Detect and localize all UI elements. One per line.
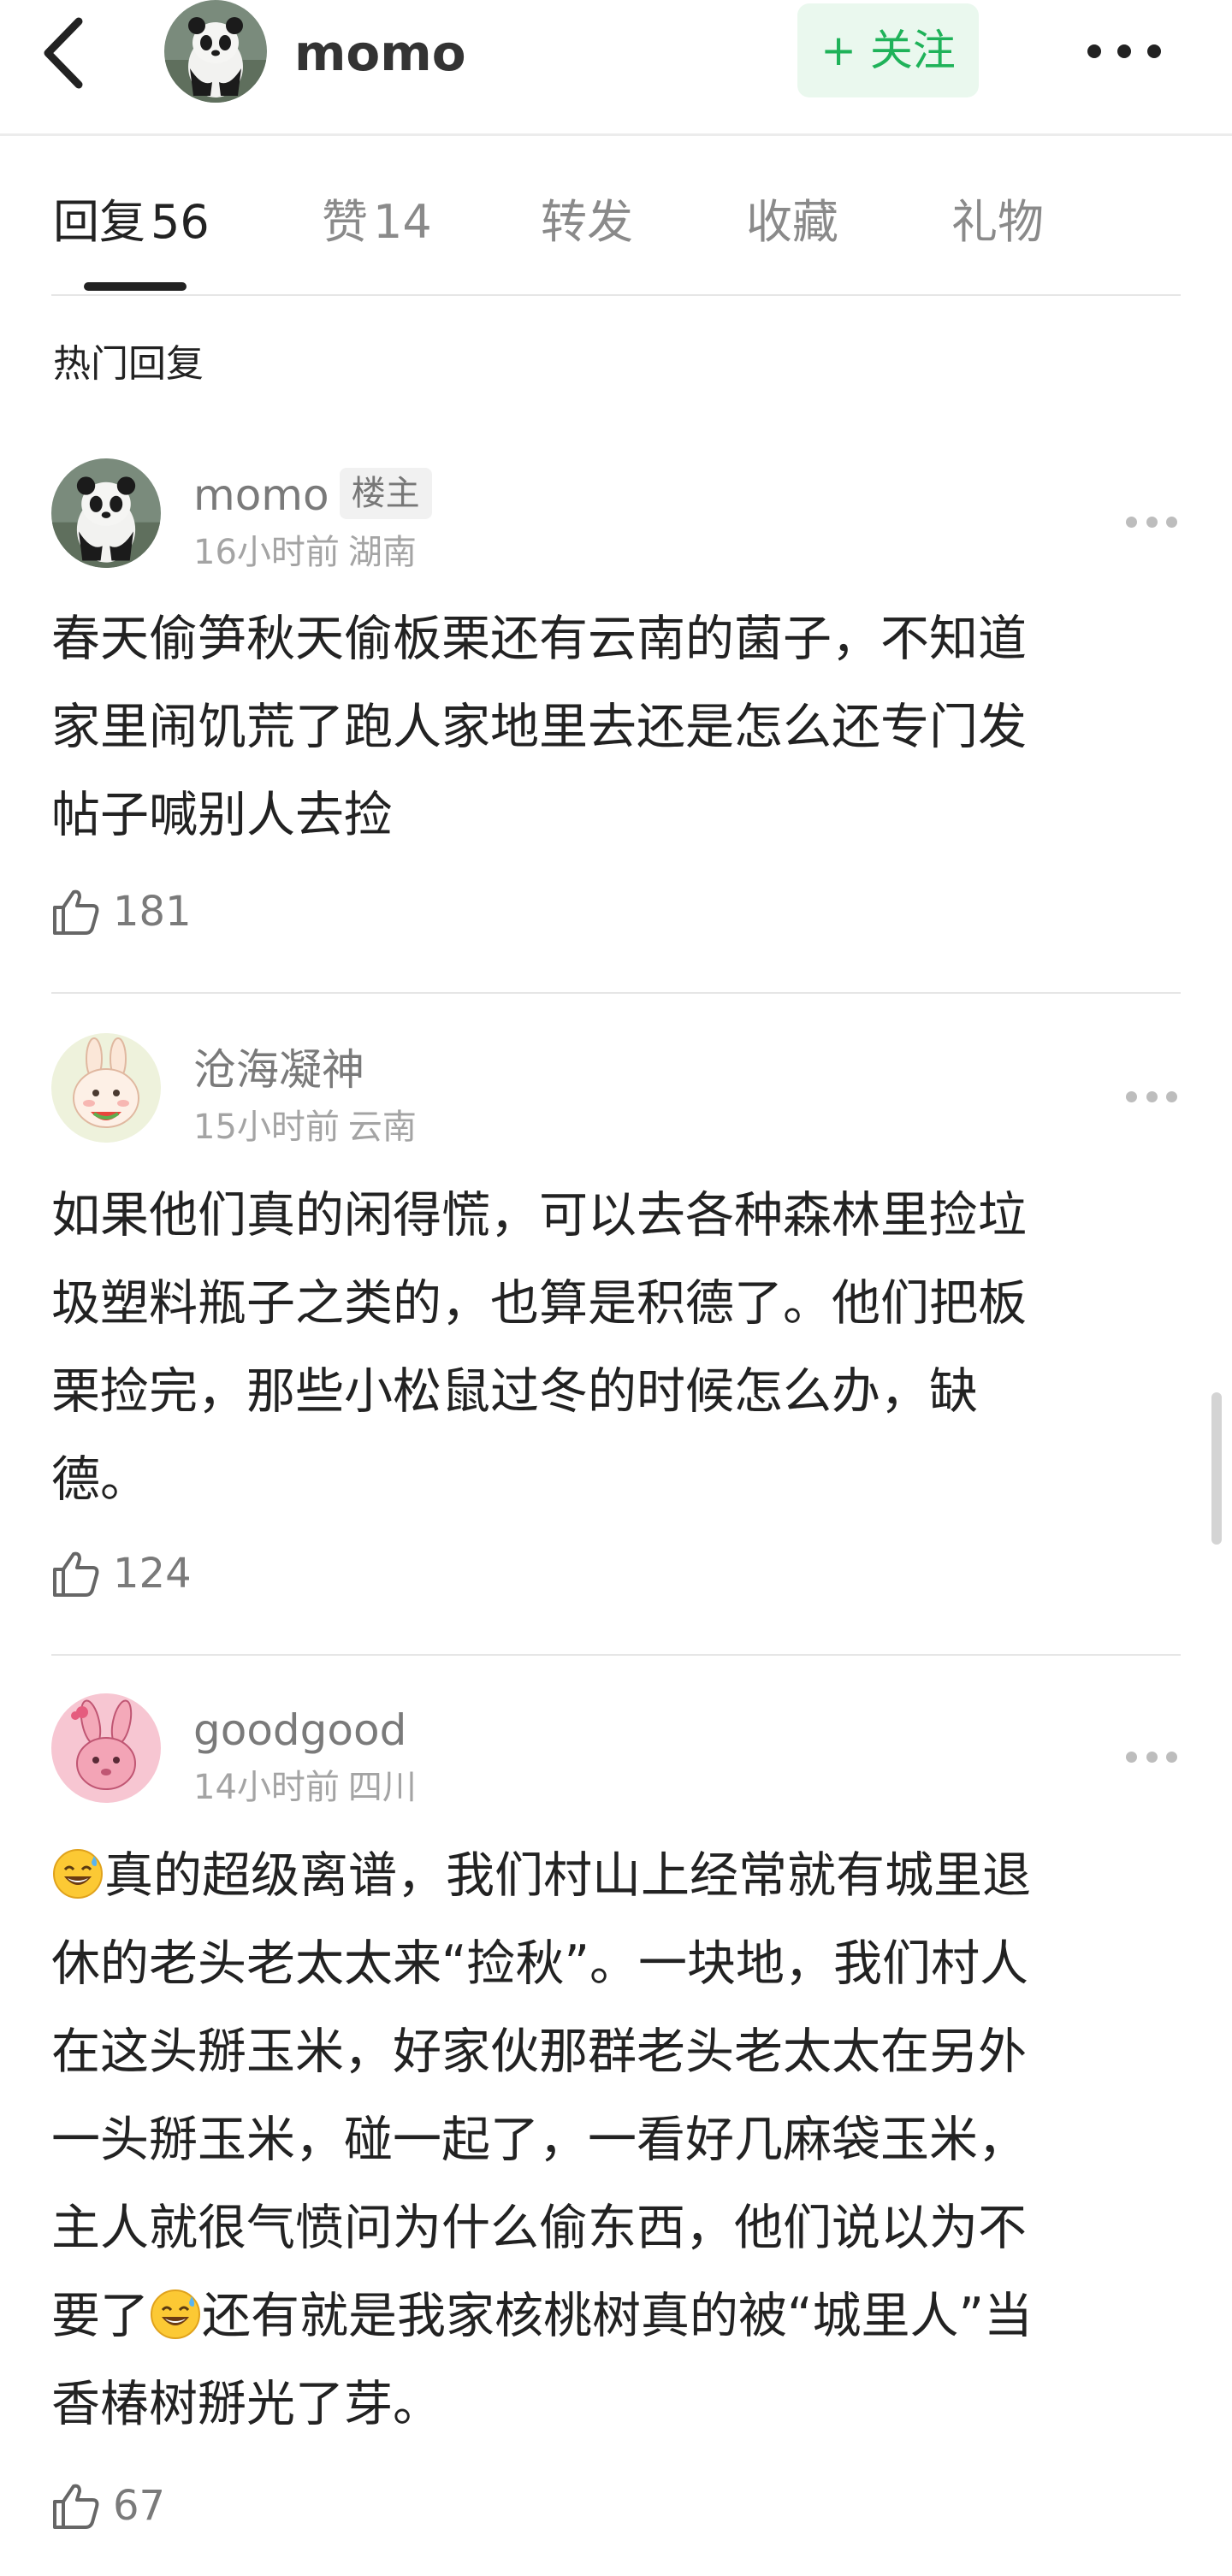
tab-favorites[interactable]: 收藏 <box>746 188 838 257</box>
like-count: 124 <box>113 1550 192 1598</box>
header-username[interactable]: momo <box>294 19 466 87</box>
comment-location: 云南 <box>347 1108 417 1147</box>
dot <box>1166 516 1177 528</box>
tab-count: 56 <box>151 195 210 249</box>
tab-label: 收藏 <box>746 195 838 249</box>
comment-meta: 15小时前 云南 <box>193 1103 417 1151</box>
comment-text-line: 还有就是我家核桃树真的被“城里人”当 <box>202 2288 1034 2344</box>
comment-text-line: 真的超级离谱，我们村山上经常就有城里退 <box>104 1847 1031 1904</box>
follow-button[interactable]: + 关注 <box>797 3 979 97</box>
comment-more-button[interactable] <box>1126 511 1177 532</box>
comment-text: 如果他们真的闲得慌，可以去各种森林里捡垃 圾塑料瓶子之类的，也算是积德了。他们把… <box>51 1187 1027 1508</box>
dot <box>1126 1751 1137 1763</box>
like-count: 181 <box>113 888 192 936</box>
author-name: momo <box>193 470 329 520</box>
comment-author[interactable]: goodgood <box>193 1702 406 1758</box>
more-options-button[interactable] <box>1081 21 1167 82</box>
avatar[interactable] <box>51 1033 161 1143</box>
dot <box>1126 516 1137 528</box>
comment-author[interactable]: 沧海凝神 <box>193 1042 364 1098</box>
scrollbar[interactable] <box>1211 1392 1222 1545</box>
tab-likes[interactable]: 赞 14 <box>322 188 432 257</box>
tab-reposts[interactable]: 转发 <box>541 188 633 257</box>
author-name: 沧海凝神 <box>193 1045 364 1095</box>
avatar[interactable] <box>164 0 267 103</box>
section-title: 热门回复 <box>53 342 204 386</box>
tab-count: 14 <box>373 195 432 249</box>
tab-gifts[interactable]: 礼物 <box>951 188 1044 257</box>
back-button[interactable] <box>38 10 106 96</box>
tab-replies[interactable]: 回复 56 <box>53 188 210 257</box>
comment-author[interactable]: momo 楼主 <box>193 467 432 523</box>
like-button[interactable]: 67 <box>51 2479 165 2533</box>
comment-location: 湖南 <box>347 533 417 572</box>
comment-meta: 14小时前 四川 <box>193 1764 417 1811</box>
comment-time: 15小时前 <box>193 1108 340 1147</box>
thumbs-up-icon <box>53 1551 99 1597</box>
like-button[interactable]: 181 <box>51 884 192 939</box>
dot <box>1126 1090 1137 1102</box>
tab-label: 回复 <box>53 195 145 249</box>
tab-bar: 回复 56 赞 14 转发 收藏 礼物 <box>0 171 1232 296</box>
sweat-smile-emoji-icon <box>53 1849 103 1899</box>
like-button[interactable]: 124 <box>51 1546 192 1601</box>
author-name: goodgood <box>193 1705 407 1755</box>
comment-text: 真的超级离谱，我们村山上经常就有城里退 休的老头老太太来“捡秋”。一块地，我们村… <box>51 1832 1189 2449</box>
active-tab-indicator <box>84 282 187 291</box>
tab-label: 赞 <box>322 195 368 249</box>
avatar[interactable] <box>51 1693 161 1803</box>
comment-text-line: 香椿树掰光了芽。 <box>51 2376 441 2432</box>
dot <box>1166 1090 1177 1102</box>
dot <box>1146 516 1158 528</box>
divider <box>51 1654 1181 1656</box>
divider <box>51 992 1181 994</box>
avatar[interactable] <box>51 458 161 568</box>
panda-avatar-icon <box>51 458 161 568</box>
op-badge: 楼主 <box>339 468 432 519</box>
tab-label: 转发 <box>541 195 633 249</box>
comment-more-button[interactable] <box>1126 1746 1177 1767</box>
panda-avatar-icon <box>164 0 267 103</box>
sweat-smile-emoji-icon <box>151 2289 200 2339</box>
thumbs-up-icon <box>53 2484 99 2529</box>
comment-location: 四川 <box>347 1768 417 1807</box>
dot <box>1146 1090 1158 1102</box>
thumbs-up-icon <box>53 889 99 935</box>
comment-meta: 16小时前 湖南 <box>193 529 417 576</box>
comment-text-middle: 休的老头老太太来“捡秋”。一块地，我们村人 在这头掰玉米，好家伙那群老头老太太在… <box>51 1935 1029 2256</box>
more-dots-icon <box>1087 44 1161 58</box>
bunny-avatar-icon <box>51 1033 161 1143</box>
like-count: 67 <box>113 2482 166 2530</box>
comment-text: 春天偷笋秋天偷板栗还有云南的菌子，不知道 家里闹饥荒了跑人家地里去还是怎么还专门… <box>51 611 1027 843</box>
tab-label: 礼物 <box>951 195 1044 249</box>
dot <box>1166 1751 1177 1763</box>
top-bar: momo + 关注 <box>0 0 1232 136</box>
pink-rabbit-avatar-icon <box>51 1693 161 1803</box>
comment-more-button[interactable] <box>1126 1086 1177 1107</box>
comment-time: 14小时前 <box>193 1768 340 1807</box>
comment-time: 16小时前 <box>193 533 340 572</box>
dot <box>1146 1751 1158 1763</box>
comment-text-line: 要了 <box>51 2288 149 2344</box>
chevron-left-icon <box>44 17 83 89</box>
divider <box>51 294 1181 296</box>
